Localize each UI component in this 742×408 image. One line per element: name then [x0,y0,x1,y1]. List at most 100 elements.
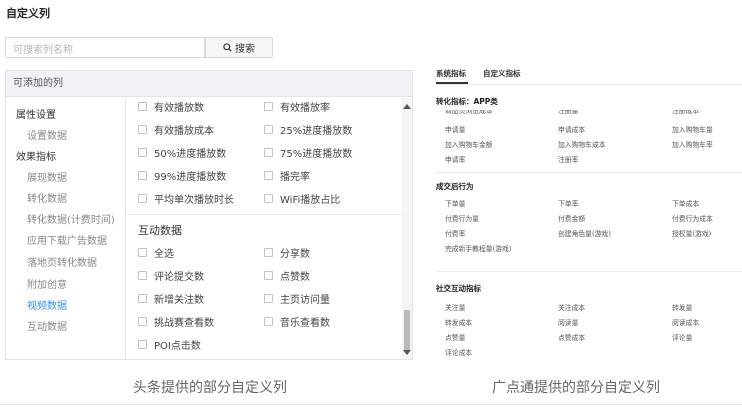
option-label: 有效播放成本 [154,126,214,137]
nav-item-6[interactable]: 应用下载广告数据 [27,232,107,247]
metric-item[interactable]: 关注量 [445,302,465,312]
metric-item[interactable]: 点赞成本 [558,332,585,342]
column-option[interactable]: 评论提交数 [138,268,204,283]
checkbox[interactable] [264,125,273,134]
column-option[interactable]: 平均单次播放时长 [138,191,234,206]
column-option[interactable]: 75%进度播放数 [264,145,352,160]
metric-item[interactable]: 申请成本 [558,124,585,134]
metric-item[interactable]: 下单量 [445,198,465,208]
column-option[interactable]: 有效播放数 [138,99,204,114]
nav-item-1[interactable]: 设置数据 [27,127,67,142]
metric-item[interactable]: 阅读成本 [672,317,699,327]
nav-item-5[interactable]: 转化数据(计费时间) [27,211,115,226]
metric-item[interactable]: 申请率 [445,154,465,164]
scroll-up-icon[interactable] [403,104,411,109]
panel-header: 可添加的列 [6,71,412,97]
column-option[interactable]: 99%进度播放数 [138,168,226,183]
column-option[interactable]: POI点击数 [138,337,201,352]
option-label: 25%进度播放数 [280,126,353,137]
checkbox[interactable] [138,340,147,349]
column-option[interactable]: 有效播放率 [264,99,330,114]
metric-item[interactable]: 付费金额 [558,213,585,223]
option-label: 有效播放数 [154,103,204,114]
metric-item[interactable]: 付费行为成本 [672,213,713,223]
checkbox[interactable] [138,317,147,326]
column-option[interactable]: 50%进度播放数 [138,145,226,160]
column-option[interactable]: 主页访问量 [264,291,330,306]
checkbox[interactable] [138,194,147,203]
metric-item[interactable]: 加入购物车率 [672,139,713,149]
metric-item[interactable]: 评论成本 [445,347,472,357]
checkbox[interactable] [264,317,273,326]
checkbox[interactable] [138,294,147,303]
search-input[interactable] [6,41,203,60]
column-option[interactable]: 25%进度播放数 [264,122,352,137]
section-divider [127,214,402,215]
nav-item-7[interactable]: 落地页转化数据 [27,254,97,269]
metric-item[interactable]: 加入购物车金额 [445,139,493,149]
metric-item[interactable]: 注册率 [558,154,578,164]
metric-item[interactable]: 完成新手教程量(游戏) [445,243,511,253]
option-label: 有效播放率 [280,103,330,114]
bottom-divider [0,404,742,405]
checkbox[interactable] [264,194,273,203]
scrollbar[interactable] [402,98,412,359]
column-option[interactable]: 分享数 [264,245,310,260]
search-button[interactable]: 搜索 [205,37,273,58]
nav-item-9[interactable]: 视频数据 [27,297,67,312]
option-label: 50%进度播放数 [154,149,227,160]
checkbox[interactable] [138,148,147,157]
column-option[interactable]: 有效播放成本 [138,122,214,137]
checkbox[interactable] [264,171,273,180]
checkbox[interactable] [138,125,147,134]
search-icon [223,43,232,52]
checkbox[interactable] [264,294,273,303]
metric-item[interactable]: 付费行为量 [445,213,479,223]
column-option[interactable]: 点赞数 [264,268,310,283]
column-option[interactable]: 播完率 [264,168,310,183]
nav-item-4[interactable]: 转化数据 [27,190,67,205]
tab-system-metrics[interactable]: 系统指标 [436,68,466,79]
metric-item[interactable]: 下单率 [558,198,578,208]
checkbox[interactable] [264,248,273,257]
checkbox[interactable] [138,102,147,111]
tab-custom-metrics[interactable]: 自定义指标 [483,68,521,79]
column-option[interactable]: 挑战赛查看数 [138,314,214,329]
metric-item[interactable]: 转发成本 [445,317,472,327]
metric-item[interactable]: 创建角色量(游戏) [558,228,611,238]
column-option[interactable]: 新增关注数 [138,291,204,306]
search-field[interactable] [5,37,205,60]
option-label: 主页访问量 [280,295,330,306]
column-option[interactable]: WiFi播放占比 [264,191,340,206]
scroll-thumb[interactable] [404,310,410,352]
metric-item[interactable]: 评论量 [672,332,692,342]
checkbox[interactable] [138,271,147,280]
checkbox[interactable] [264,102,273,111]
option-label: 评论提交数 [154,272,204,283]
metric-item[interactable]: 转发量 [672,302,692,312]
metric-item[interactable]: 加入购物车量 [672,124,713,134]
column-option[interactable]: 音乐查看数 [264,314,330,329]
metric-item[interactable]: 授权量(游戏) [672,228,711,238]
checkbox[interactable] [138,248,147,257]
metric-item[interactable]: 下单成本 [672,198,699,208]
metric-item[interactable]: 付费率 [445,228,465,238]
nav-item-8[interactable]: 附加创意 [27,276,67,291]
checkbox[interactable] [264,271,273,280]
nav-item-10[interactable]: 互动数据 [27,318,67,333]
nav-item-3[interactable]: 展现数据 [27,169,67,184]
option-label: POI点击数 [154,341,201,352]
metric-item[interactable]: 关注成本 [558,302,585,312]
nav-item-0[interactable]: 属性设置 [16,106,56,121]
nav-item-2[interactable]: 效果指标 [16,148,56,163]
column-option[interactable]: 全选 [138,245,174,260]
checkbox[interactable] [264,148,273,157]
metric-item[interactable]: 点赞量 [445,332,465,342]
metric-item[interactable]: 阅读量 [558,317,578,327]
metric-item-clipped: 商品页浏览成本 [445,110,493,115]
scroll-down-icon[interactable] [403,350,411,355]
option-label: WiFi播放占比 [280,195,341,206]
metric-item[interactable]: 申请量 [445,124,465,134]
checkbox[interactable] [138,171,147,180]
metric-item[interactable]: 加入购物车成本 [558,139,606,149]
